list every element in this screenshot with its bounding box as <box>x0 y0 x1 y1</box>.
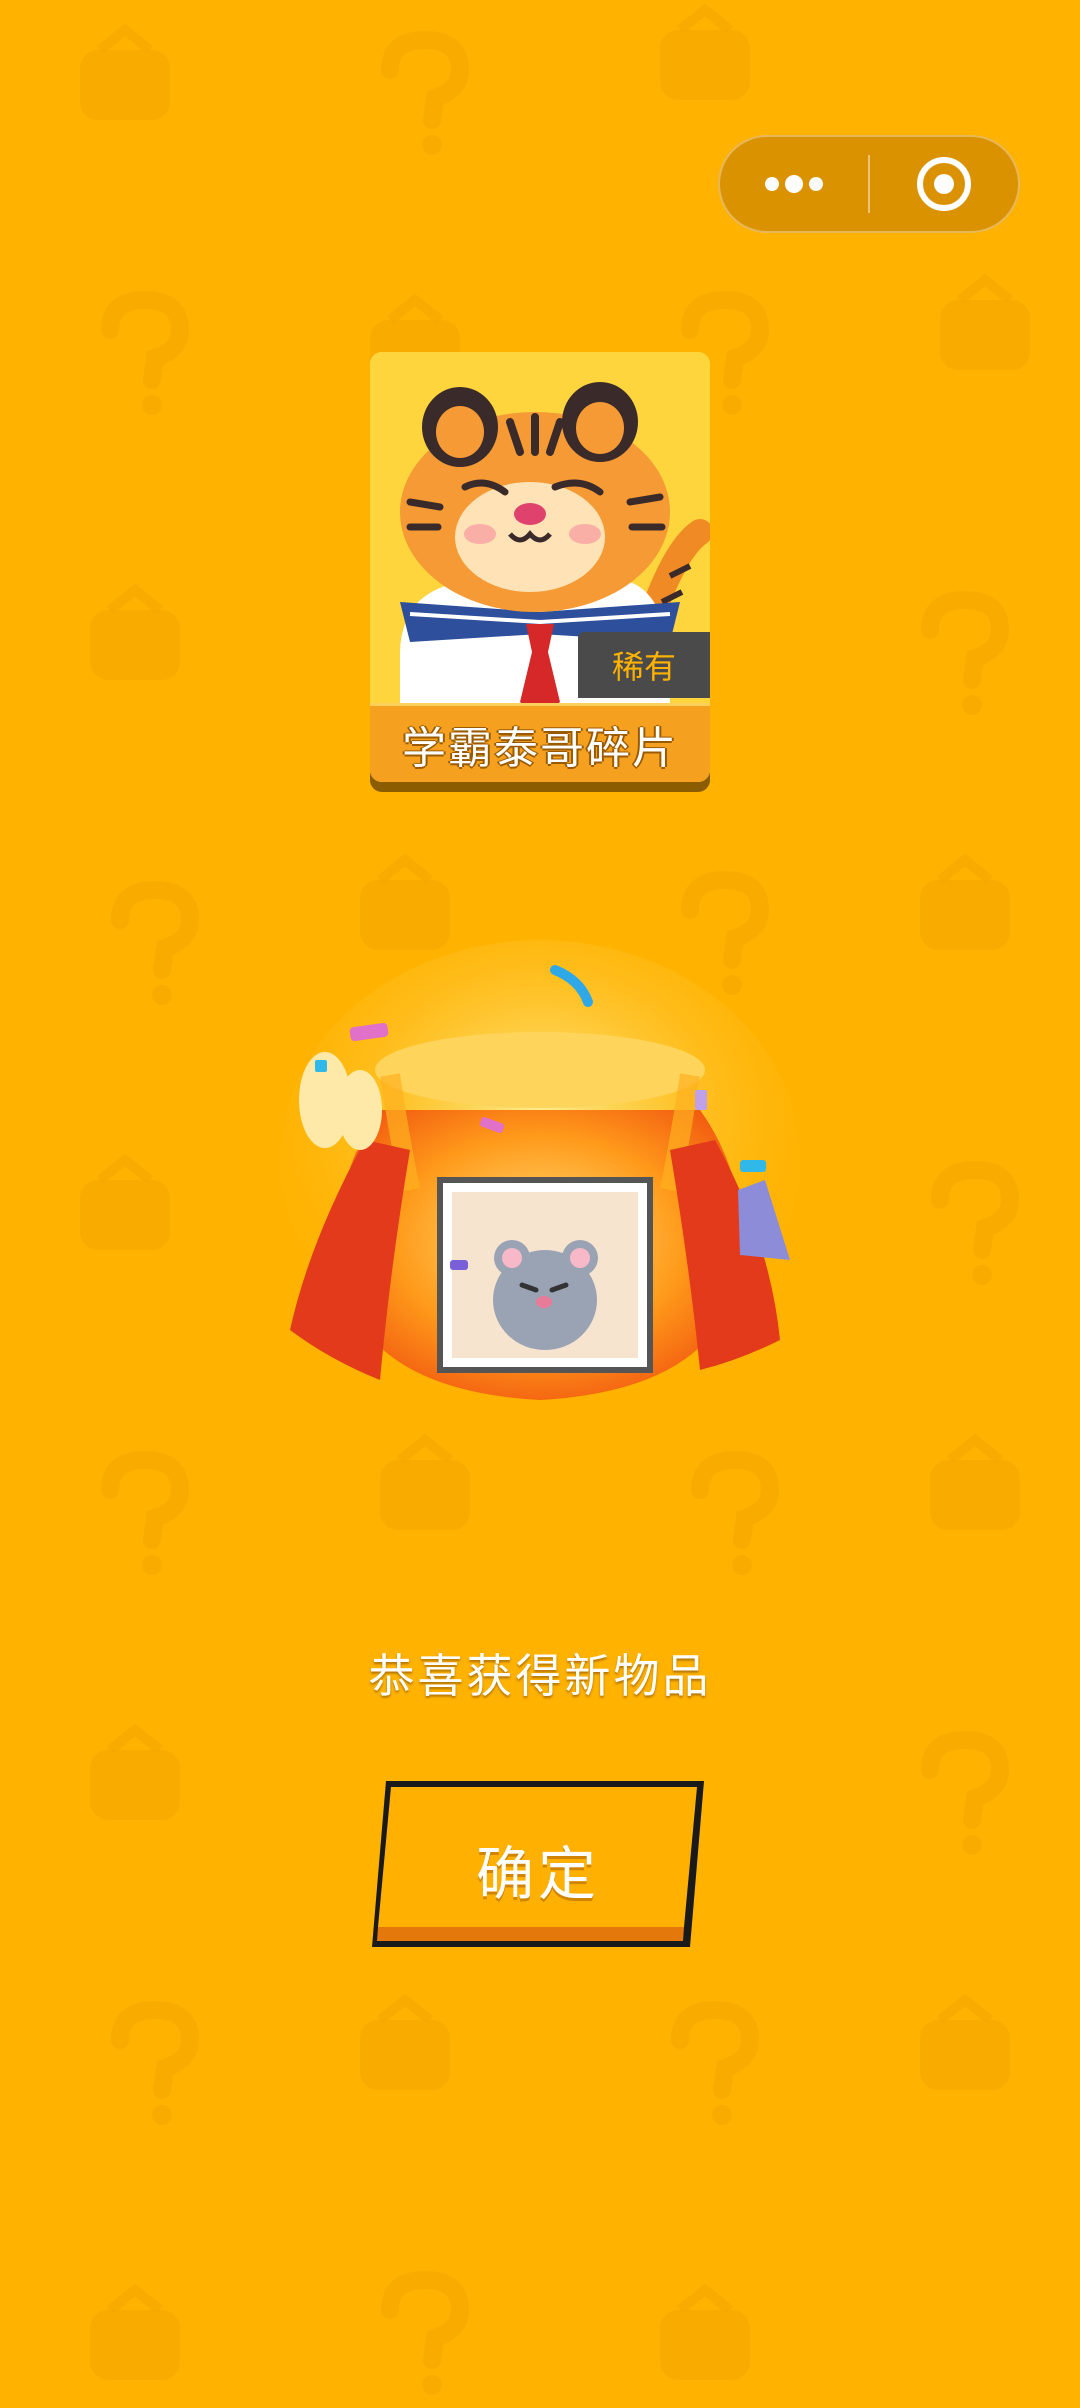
rarity-badge: 稀有 <box>578 632 710 698</box>
reward-message: 恭喜获得新物品 <box>368 1649 712 1703</box>
reward-card: 稀有 学霸泰哥碎片 <box>370 352 710 782</box>
confirm-label: 确定 <box>475 1840 600 1908</box>
ellipsis-icon <box>765 175 823 193</box>
reward-screen: 稀有 学霸泰哥碎片 恭喜获得新物品 确定 <box>0 0 1080 2408</box>
confirm-button[interactable]: 确定 <box>368 1775 708 1953</box>
reward-name: 学霸泰哥碎片 <box>402 723 678 774</box>
capsule-menu <box>718 135 1020 233</box>
lucky-bag-illustration <box>270 940 810 1460</box>
target-circle-icon <box>917 157 971 211</box>
card-name-bar: 学霸泰哥碎片 <box>370 703 710 782</box>
close-button[interactable] <box>870 137 1018 231</box>
more-button[interactable] <box>720 137 868 231</box>
